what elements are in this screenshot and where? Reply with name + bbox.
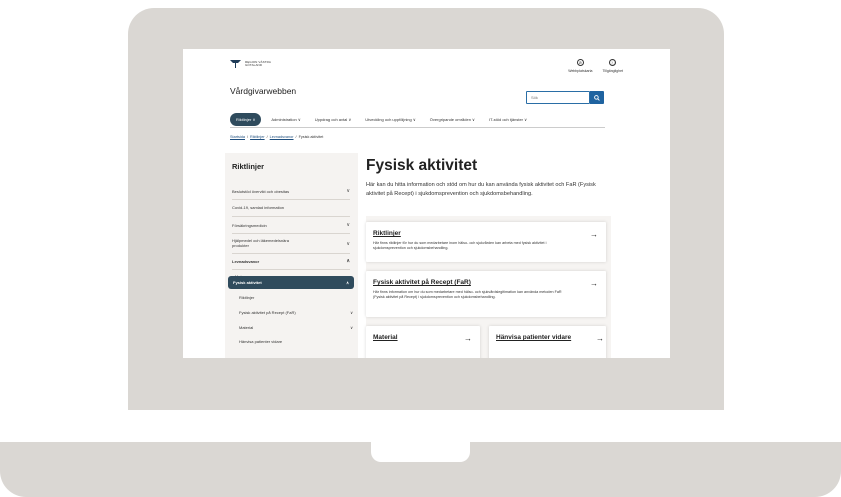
divider bbox=[232, 269, 350, 270]
sidebar-subitem-riktlinjer[interactable]: Riktlinjer bbox=[239, 295, 353, 300]
sitemap-label: Webbplatskarta bbox=[568, 69, 593, 73]
chevron-down-icon[interactable]: ∨ bbox=[346, 241, 350, 247]
sidebar-subitem-label: Fysisk aktivitet på Recept (FaR) bbox=[239, 310, 296, 315]
search-button[interactable] bbox=[590, 91, 604, 104]
sidebar-subitem-material[interactable]: Material ∨ bbox=[239, 325, 353, 330]
sidebar-item-label: Hjälpmedel och läkemedelsnära produkter bbox=[232, 238, 289, 248]
card-material[interactable]: Material → bbox=[366, 326, 480, 358]
card-title[interactable]: Fysisk aktivitet på Recept (FaR) bbox=[373, 279, 471, 286]
card-text: Här finns riktlinjer för hur du som meda… bbox=[373, 241, 547, 250]
region-logo-icon bbox=[230, 60, 241, 68]
sitemap-link[interactable]: ⊘ Webbplatskarta bbox=[568, 59, 593, 73]
chevron-up-icon[interactable]: ∧ bbox=[346, 280, 349, 285]
arrow-right-icon[interactable]: → bbox=[590, 279, 598, 288]
main-nav: Riktlinjer ∨ Administration ∨ Uppdrag oc… bbox=[230, 112, 605, 126]
nav-item-riktlinjer[interactable]: Riktlinjer ∨ bbox=[230, 112, 262, 126]
nav-item-utveckling[interactable]: Utveckling och uppföljning ∨ bbox=[361, 114, 420, 125]
sidebar-item-label: Covid-19, samlad information bbox=[232, 205, 285, 210]
sidebar-subitem-far[interactable]: Fysisk aktivitet på Recept (FaR) ∨ bbox=[239, 310, 353, 315]
arrow-right-icon[interactable]: → bbox=[464, 334, 472, 343]
page-title: Fysisk aktivitet bbox=[366, 157, 478, 174]
sidebar-subitem-hanvisa[interactable]: Hänvisa patienter vidare bbox=[239, 339, 353, 344]
compass-icon: ⊘ bbox=[576, 59, 584, 66]
chevron-up-icon[interactable]: ∧ bbox=[346, 258, 350, 264]
nav-divider bbox=[230, 127, 605, 128]
sidebar-item-label: Beslutstöd övervikt och obesitas bbox=[232, 188, 290, 194]
breadcrumb-levnadsvanor[interactable]: Levnadsvanor bbox=[270, 135, 294, 139]
sidebar-title: Riktlinjer bbox=[232, 162, 265, 171]
sidebar-subitem-label: Material bbox=[239, 325, 254, 330]
sidebar-item-levnadsvanor[interactable]: Levnadsvanor ∧ bbox=[232, 258, 350, 264]
sidebar-item-forsakringsmedicin[interactable]: Försäkringsmedicin ∨ bbox=[232, 222, 350, 228]
sidebar-subitem-label: Hänvisa patienter vidare bbox=[239, 339, 283, 344]
card-title[interactable]: Hänvisa patienter vidare bbox=[496, 334, 571, 341]
sidebar-subitem-label: Riktlinjer bbox=[239, 295, 255, 300]
breadcrumb-riktlinjer[interactable]: Riktlinjer bbox=[250, 135, 265, 139]
card-hanvisa[interactable]: Hänvisa patienter vidare → bbox=[489, 326, 606, 358]
sidebar-item-label: Levnadsvanor bbox=[232, 258, 260, 264]
logo[interactable]: Region Västra Götaland bbox=[230, 60, 285, 68]
card-title[interactable]: Riktlinjer bbox=[373, 230, 401, 237]
breadcrumb-separator: / bbox=[295, 135, 297, 139]
card-far[interactable]: Fysisk aktivitet på Recept (FaR) Här fin… bbox=[366, 271, 606, 317]
breadcrumb-current: Fysisk aktivitet bbox=[298, 135, 324, 139]
card-riktlinjer[interactable]: Riktlinjer Här finns riktlinjer för hur … bbox=[366, 222, 606, 262]
breadcrumb-startsida[interactable]: Startsida bbox=[230, 135, 245, 139]
chevron-down-icon[interactable]: ∨ bbox=[346, 188, 350, 194]
nav-item-overgripande[interactable]: Övergripande områden ∨ bbox=[426, 114, 479, 125]
utility-links: ⊘ Webbplatskarta ⓘ Tillgänglighet bbox=[568, 59, 623, 73]
search-icon bbox=[594, 94, 600, 101]
divider bbox=[232, 253, 350, 254]
sidebar-item-hjalpmedel[interactable]: Hjälpmedel och läkemedelsnära produkter … bbox=[232, 238, 350, 248]
chevron-down-icon[interactable]: ∨ bbox=[350, 310, 353, 315]
accessibility-icon: ⓘ bbox=[609, 59, 617, 66]
arrow-right-icon[interactable]: → bbox=[590, 230, 598, 239]
laptop-screen: Region Västra Götaland Vårdgivarwebben ⊘… bbox=[183, 49, 670, 358]
breadcrumb-separator: / bbox=[266, 135, 268, 139]
arrow-right-icon[interactable]: → bbox=[596, 334, 604, 343]
laptop-notch bbox=[371, 442, 470, 462]
chevron-down-icon[interactable]: ∨ bbox=[346, 222, 350, 228]
sidebar-item-covid[interactable]: Covid-19, samlad information bbox=[232, 205, 350, 210]
accessibility-label: Tillgänglighet bbox=[602, 69, 624, 73]
breadcrumb-separator: / bbox=[246, 135, 249, 139]
chevron-down-icon[interactable]: ∨ bbox=[350, 325, 353, 330]
sidebar-item-label: Försäkringsmedicin bbox=[232, 222, 267, 228]
accessibility-link[interactable]: ⓘ Tillgänglighet bbox=[602, 59, 624, 73]
intro-text: Här kan du hitta information och stöd om… bbox=[366, 182, 596, 197]
divider bbox=[232, 216, 350, 217]
nav-item-administration[interactable]: Administration ∨ bbox=[267, 114, 304, 125]
sidebar-item-obesitas[interactable]: Beslutstöd övervikt och obesitas ∨ bbox=[232, 188, 350, 194]
sidebar-item-fysisk-aktivitet[interactable]: Fysisk aktivitet ∧ bbox=[228, 276, 354, 289]
nav-item-uppdrag[interactable]: Uppdrag och avtal ∨ bbox=[311, 114, 356, 125]
divider bbox=[232, 199, 350, 200]
nav-item-it-stod[interactable]: IT-stöd och tjänster ∨ bbox=[485, 114, 531, 125]
card-text: Här finns information om hur du som meda… bbox=[373, 290, 562, 299]
logo-text: Region Västra Götaland bbox=[245, 59, 271, 67]
search-input[interactable] bbox=[526, 91, 590, 104]
breadcrumb: Startsida / Riktlinjer / Levnadsvanor / … bbox=[230, 135, 323, 139]
card-title[interactable]: Material bbox=[373, 334, 398, 341]
divider bbox=[232, 233, 350, 234]
site-title[interactable]: Vårdgivarwebben bbox=[230, 86, 296, 96]
sidebar-item-label: Fysisk aktivitet bbox=[233, 280, 262, 285]
